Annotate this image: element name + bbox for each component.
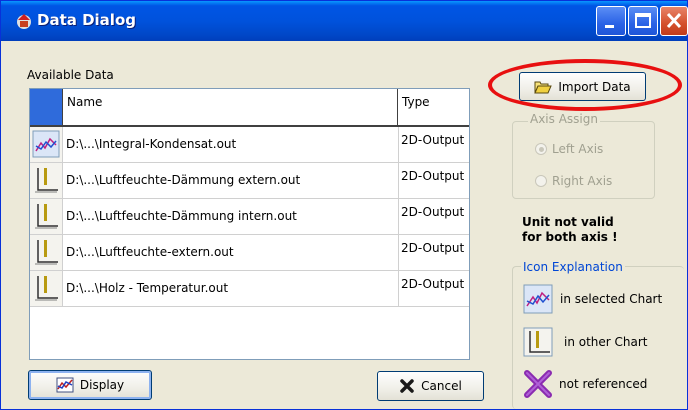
left-axis-label: Left Axis [552, 142, 604, 156]
row-name: D:\...\Luftfeuchte-Dämmung intern.out [66, 209, 297, 223]
table-header: Name Type [30, 89, 469, 127]
selected-chart-icon [32, 130, 60, 158]
column-header-type[interactable]: Type [398, 89, 469, 125]
row-name: D:\...\Holz - Temperatur.out [66, 281, 229, 295]
display-button[interactable]: Display [28, 370, 152, 400]
icon-explanation-legend: Icon Explanation [521, 260, 625, 274]
radio-dot [535, 143, 547, 155]
other-chart-icon [35, 276, 58, 301]
row-type: 2D-Output [401, 133, 465, 147]
app-icon [17, 14, 31, 29]
not-referenced-icon [524, 370, 552, 398]
data-dialog-window: Data Dialog Available Data Name Type D:\… [0, 0, 688, 410]
other-chart-icon [35, 204, 58, 229]
cancel-button[interactable]: Cancel [377, 371, 484, 401]
title-bar[interactable]: Data Dialog [1, 1, 688, 41]
maximize-icon [635, 13, 651, 28]
left-axis-radio[interactable]: Left Axis [535, 142, 603, 156]
table-row[interactable]: D:\...\Integral-Kondensat.out 2D-Output [30, 127, 469, 163]
other-chart-explanation: in other Chart [564, 335, 648, 349]
close-icon [666, 12, 682, 29]
not-referenced-explanation: not referenced [559, 377, 648, 391]
table-row[interactable]: D:\...\Luftfeuchte-Dämmung intern.out 2D… [30, 199, 469, 235]
table-row[interactable]: D:\...\Holz - Temperatur.out 2D-Output [30, 271, 469, 307]
axis-assign-legend: Axis Assign [528, 112, 600, 126]
table-row[interactable]: D:\...\Luftfeuchte-Dämmung extern.out 2D… [30, 163, 469, 199]
header-corner-cell[interactable] [30, 89, 63, 125]
row-type: 2D-Output [401, 205, 465, 219]
cancel-label: Cancel [421, 379, 462, 393]
other-chart-icon [523, 327, 553, 357]
data-table[interactable]: Name Type D:\...\Integral-Kondensat.out … [29, 88, 470, 360]
minimize-button[interactable] [596, 6, 626, 36]
row-name: D:\...\Luftfeuchte-Dämmung extern.out [66, 173, 301, 187]
warning-line-1: Unit not valid [522, 215, 614, 229]
close-button[interactable] [660, 6, 688, 36]
display-label: Display [79, 378, 125, 392]
window-title: Data Dialog [37, 11, 136, 29]
minimize-icon [605, 25, 614, 28]
other-chart-icon [35, 240, 58, 265]
row-type: 2D-Output [401, 277, 465, 291]
selected-chart-icon [523, 284, 553, 314]
row-type: 2D-Output [401, 169, 465, 183]
row-name: D:\...\Luftfeuchte-extern.out [66, 245, 234, 259]
available-data-label: Available Data [27, 68, 114, 82]
radio-dot [535, 175, 547, 187]
selected-chart-explanation: in selected Chart [560, 292, 663, 306]
row-name: D:\...\Integral-Kondensat.out [66, 137, 237, 151]
right-axis-label: Right Axis [552, 174, 613, 188]
highlight-ellipse [488, 59, 682, 111]
column-header-name[interactable]: Name [63, 89, 398, 125]
right-axis-radio[interactable]: Right Axis [535, 174, 612, 188]
chart-icon [56, 377, 74, 393]
unit-warning: Unit not valid for both axis ! [522, 215, 618, 245]
x-icon [400, 379, 414, 393]
table-row[interactable]: D:\...\Luftfeuchte-extern.out 2D-Output [30, 235, 469, 271]
maximize-button[interactable] [628, 6, 658, 36]
warning-line-2: for both axis ! [522, 230, 618, 244]
other-chart-icon [35, 168, 58, 193]
row-type: 2D-Output [401, 241, 465, 255]
